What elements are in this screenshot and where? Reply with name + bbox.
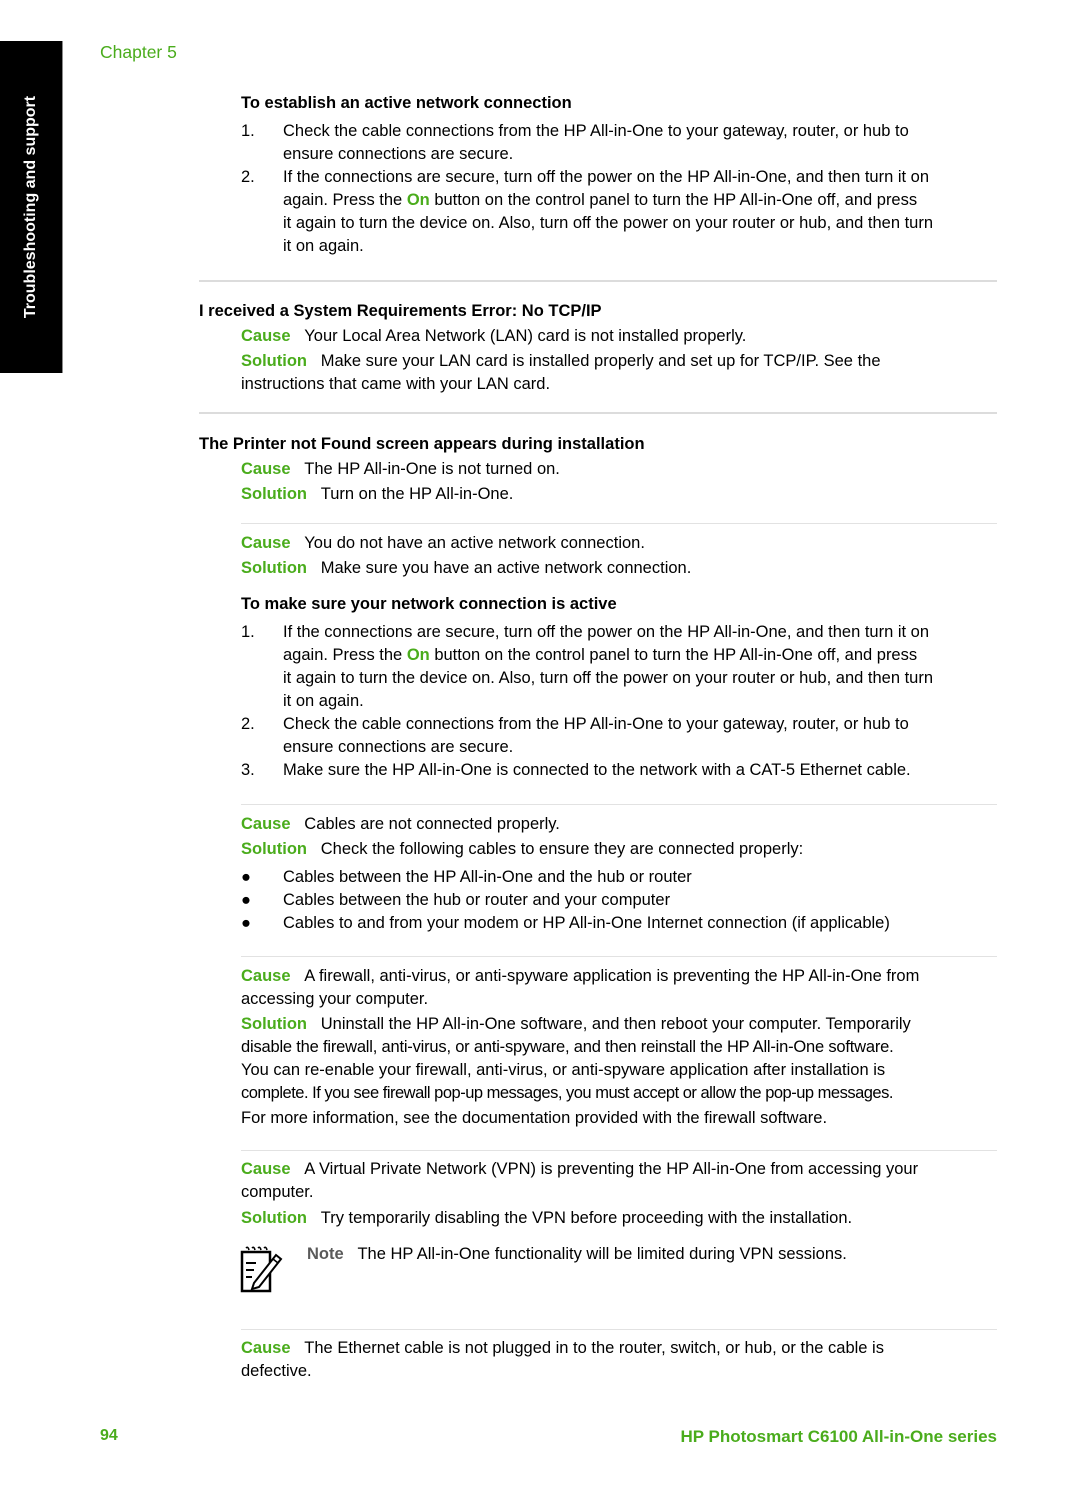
cause: Cause A Virtual Private Network (VPN) is… bbox=[241, 1158, 918, 1181]
cause-label: Cause bbox=[241, 1339, 291, 1357]
step-text: Check the cable connections from the HP … bbox=[283, 122, 909, 140]
footer-title: HP Photosmart C6100 All-in-One series bbox=[680, 1427, 998, 1446]
cause-label: Cause bbox=[241, 967, 291, 985]
side-tab-label: Troubleshooting and support bbox=[22, 95, 39, 319]
step-text: again. Press the On button on the contro… bbox=[283, 644, 917, 667]
cause-text: Your Local Area Network (LAN) card is no… bbox=[304, 327, 747, 345]
solution-text: Try temporarily disabling the VPN before… bbox=[320, 1209, 853, 1227]
step-text: ensure connections are secure. bbox=[283, 738, 514, 756]
on-button-ref: On bbox=[406, 646, 430, 664]
separator bbox=[241, 804, 997, 805]
solution: Solution Make sure your LAN card is inst… bbox=[241, 350, 881, 373]
solution: Solution Make sure you have an active ne… bbox=[241, 557, 691, 580]
step-text: it on again. bbox=[283, 237, 364, 255]
text: again. Press the bbox=[283, 191, 407, 209]
solution-label: Solution bbox=[241, 352, 307, 370]
bullet-text: Cables to and from your modem or HP All-… bbox=[283, 914, 890, 932]
step-number: 2. bbox=[241, 168, 255, 186]
separator bbox=[199, 412, 997, 414]
step-number: 2. bbox=[241, 715, 255, 733]
bullet-icon: ● bbox=[241, 891, 251, 909]
cause-label: Cause bbox=[241, 327, 291, 345]
step-text: If the connections are secure, turn off … bbox=[283, 168, 930, 186]
section-heading: I received a System Requirements Error: … bbox=[199, 302, 602, 320]
section-heading: To establish an active network connectio… bbox=[241, 94, 572, 112]
on-button-ref: On bbox=[406, 191, 430, 209]
solution-text: Check the following cables to ensure the… bbox=[320, 840, 804, 858]
step-text: again. Press the On button on the contro… bbox=[283, 189, 917, 212]
solution-text: disable the firewall, anti-virus, or ant… bbox=[241, 1038, 894, 1056]
text: again. Press the bbox=[283, 646, 407, 664]
bullet-text: Cables between the HP All-in-One and the… bbox=[283, 868, 692, 886]
cause-text: accessing your computer. bbox=[241, 990, 429, 1008]
cause-text: computer. bbox=[241, 1183, 314, 1201]
cause-text: The HP All-in-One is not turned on. bbox=[304, 460, 560, 478]
solution-label: Solution bbox=[241, 559, 307, 577]
note: Note The HP All-in-One functionality wil… bbox=[307, 1243, 847, 1266]
cause-text: The Ethernet cable is not plugged in to … bbox=[304, 1339, 884, 1357]
cause: Cause The Ethernet cable is not plugged … bbox=[241, 1337, 884, 1360]
solution-text: complete. If you see firewall pop-up mes… bbox=[241, 1084, 893, 1102]
solution: Solution Turn on the HP All-in-One. bbox=[241, 483, 513, 506]
step-number: 1. bbox=[241, 122, 255, 140]
solution: Solution Uninstall the HP All-in-One sof… bbox=[241, 1013, 911, 1036]
text: button on the control panel to turn the … bbox=[429, 646, 918, 664]
note-label: Note bbox=[307, 1245, 344, 1263]
cause: Cause Cables are not connected properly. bbox=[241, 813, 560, 836]
cause: Cause A firewall, anti-virus, or anti-sp… bbox=[241, 965, 919, 988]
note-text: The HP All-in-One functionality will be … bbox=[357, 1245, 847, 1263]
separator bbox=[199, 280, 997, 282]
solution-label: Solution bbox=[241, 485, 307, 503]
separator bbox=[241, 1150, 997, 1151]
solution-text: For more information, see the documentat… bbox=[241, 1109, 828, 1127]
section-heading: The Printer not Found screen appears dur… bbox=[199, 435, 645, 453]
solution-label: Solution bbox=[241, 840, 307, 858]
cause-text: A Virtual Private Network (VPN) is preve… bbox=[304, 1160, 919, 1178]
side-tab: Troubleshooting and support bbox=[0, 41, 63, 373]
solution-text: Turn on the HP All-in-One. bbox=[320, 485, 514, 503]
cause-label: Cause bbox=[241, 460, 291, 478]
solution-text: Make sure your LAN card is installed pro… bbox=[320, 352, 881, 370]
step-text: Check the cable connections from the HP … bbox=[283, 715, 909, 733]
solution-label: Solution bbox=[241, 1209, 307, 1227]
solution-text: Uninstall the HP All-in-One software, an… bbox=[320, 1015, 911, 1033]
bullet-text: Cables between the hub or router and you… bbox=[283, 891, 671, 909]
cause-label: Cause bbox=[241, 1160, 291, 1178]
cause: Cause You do not have an active network … bbox=[241, 532, 645, 555]
page-number: 94 bbox=[100, 1427, 118, 1444]
cause-text: You do not have an active network connec… bbox=[304, 534, 645, 552]
cause-text: A firewall, anti-virus, or anti-spyware … bbox=[304, 967, 920, 985]
note-pencil-icon bbox=[240, 1246, 283, 1293]
step-text: If the connections are secure, turn off … bbox=[283, 623, 930, 641]
cause: Cause The HP All-in-One is not turned on… bbox=[241, 458, 560, 481]
separator bbox=[241, 523, 997, 524]
bullet-icon: ● bbox=[241, 868, 251, 886]
step-number: 3. bbox=[241, 761, 255, 779]
cause-label: Cause bbox=[241, 815, 291, 833]
step-text: it again to turn the device on. Also, tu… bbox=[283, 214, 934, 232]
chapter-label: Chapter 5 bbox=[100, 42, 177, 62]
step-number: 1. bbox=[241, 623, 255, 641]
solution-text: You can re-enable your firewall, anti-vi… bbox=[241, 1061, 886, 1079]
step-text: it again to turn the device on. Also, tu… bbox=[283, 669, 934, 687]
cause-label: Cause bbox=[241, 534, 291, 552]
cause: Cause Your Local Area Network (LAN) card… bbox=[241, 325, 746, 348]
solution-text: instructions that came with your LAN car… bbox=[241, 375, 551, 393]
solution: Solution Try temporarily disabling the V… bbox=[241, 1207, 852, 1230]
step-text: ensure connections are secure. bbox=[283, 145, 514, 163]
text: button on the control panel to turn the … bbox=[429, 191, 918, 209]
solution: Solution Check the following cables to e… bbox=[241, 838, 803, 861]
separator bbox=[241, 956, 997, 957]
cause-text: Cables are not connected properly. bbox=[304, 815, 560, 833]
bullet-icon: ● bbox=[241, 914, 251, 932]
step-text: it on again. bbox=[283, 692, 364, 710]
step-text: Make sure the HP All-in-One is connected… bbox=[283, 761, 911, 779]
solution-text: Make sure you have an active network con… bbox=[320, 559, 692, 577]
subheading: To make sure your network connection is … bbox=[241, 595, 617, 613]
separator bbox=[241, 1329, 997, 1330]
solution-label: Solution bbox=[241, 1015, 307, 1033]
cause-text: defective. bbox=[241, 1362, 312, 1380]
